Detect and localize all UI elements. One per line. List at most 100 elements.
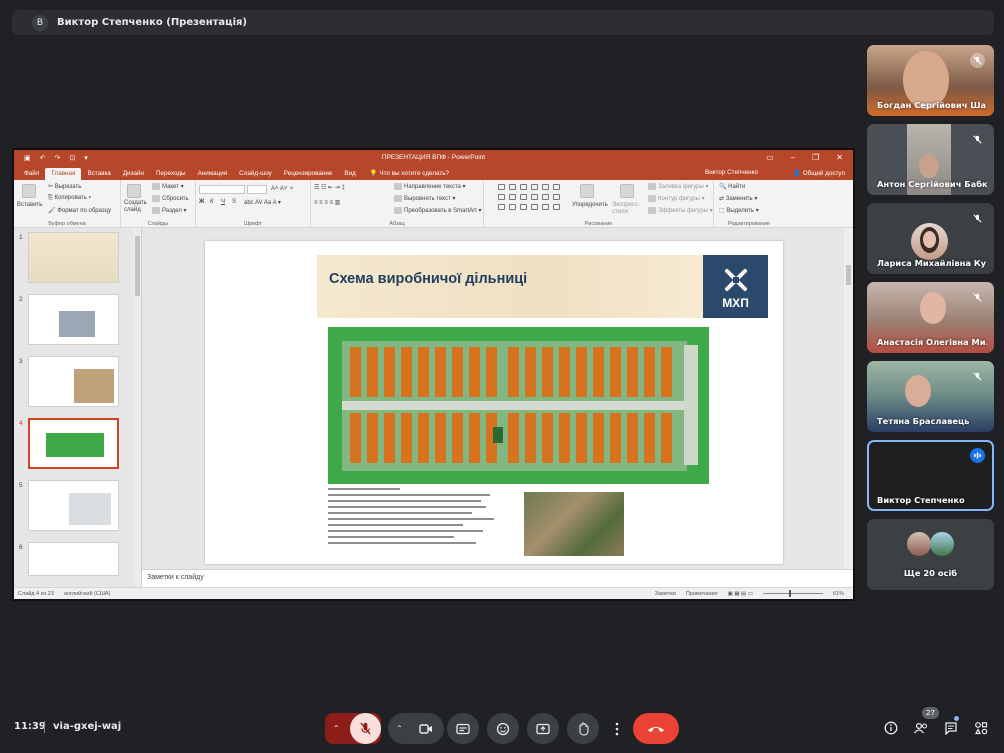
mic-off-button[interactable]: [350, 713, 381, 744]
info-icon: [884, 721, 898, 735]
raise-hand-button[interactable]: [567, 713, 599, 744]
mic-off-icon: [360, 722, 371, 735]
mic-off-icon: [970, 53, 985, 68]
participant-tile[interactable]: Антон Сергійович Бабко: [867, 124, 994, 195]
notes-toggle: Заметки: [654, 590, 676, 597]
shared-screen-powerpoint: ▣ ↶ ↷ ⊡ ▾ ПРЕЗЕНТАЦИЯ ВПФ - PowerPoint ▭…: [12, 148, 855, 601]
slide-header-banner: Схема виробничої дільниці: [317, 255, 703, 318]
arrange-icon: [580, 184, 594, 198]
participant-name: Анастасія Олегівна Ми...: [877, 337, 987, 347]
windmill-icon: [724, 269, 747, 291]
emoji-icon: [496, 722, 510, 735]
reactions-button[interactable]: [487, 713, 519, 744]
activities-button[interactable]: [972, 719, 990, 737]
divider: [44, 721, 45, 733]
font-size-input: [247, 185, 267, 194]
participant-tile-active-speaker[interactable]: Виктор Степченко: [867, 440, 994, 511]
meeting-code: via-gxej-waj: [53, 721, 122, 732]
leave-call-button[interactable]: [633, 713, 679, 744]
tab-home: Главная: [45, 168, 82, 180]
captions-button[interactable]: [447, 713, 479, 744]
drawing-group-label: Рисование: [584, 221, 613, 227]
site-plan-image: [328, 327, 709, 484]
clipboard-group-label: Буфер обмена: [48, 221, 86, 227]
mhp-logo: МХП: [703, 255, 768, 318]
end-call-icon: [648, 726, 664, 732]
people-count-badge: 27: [922, 707, 939, 719]
slide-scrollbar: [844, 228, 853, 587]
slide-notes: Заметки к слайду: [142, 569, 853, 587]
participant-name: Антон Сергійович Бабко: [877, 179, 987, 189]
tab-animation: Анимация: [197, 170, 228, 177]
participant-tile[interactable]: Тетяна Браславець: [867, 361, 994, 432]
people-icon: [913, 722, 928, 734]
reset-button: Сбросить: [152, 195, 189, 202]
mic-off-icon: [970, 211, 985, 226]
paragraph-group: ☰ ☷ ⇤ ⇥ ‡ ≡ ≡ ≡ ≡ ▥ Направление текста ▾…: [311, 180, 484, 228]
tab-transitions: Переходы: [156, 170, 186, 177]
section-button: Раздел ▾: [152, 207, 187, 214]
participant-video: [905, 375, 931, 407]
ppt-status-bar: Слайд 4 из 23 английский (США) Заметки П…: [14, 587, 853, 599]
camera-icon[interactable]: [419, 723, 433, 735]
captions-icon: [456, 723, 470, 734]
people-button[interactable]: [912, 719, 930, 737]
more-options-button[interactable]: [607, 713, 627, 744]
slides-group: Создать слайд Макет ▾ Сбросить Раздел ▾ …: [121, 180, 196, 228]
slide-number: 5: [19, 482, 23, 489]
shapes-gallery: [498, 184, 568, 214]
text-direction-button: Направление текста ▾: [394, 183, 466, 190]
tab-view: Вид: [344, 170, 356, 177]
slide-thumbnail: [28, 480, 119, 531]
find-button: 🔍 Найти: [719, 184, 746, 190]
participant-avatar: [930, 532, 954, 556]
slide-number: 4: [19, 420, 23, 427]
font-name-input: [199, 185, 245, 194]
participant-tile[interactable]: Анастасія Олегівна Ми...: [867, 282, 994, 353]
activities-icon: [975, 722, 988, 735]
participant-avatar: [907, 532, 931, 556]
arrange-button: Упорядочить: [572, 202, 608, 208]
slide-thumbnails-pane: 1 2 3 4 5 6: [14, 228, 142, 587]
participant-video: [920, 292, 946, 324]
mic-control[interactable]: ⌃: [325, 713, 381, 744]
ribbon: Вставить ✂ Вырезать ⎘ Копировать ▾ 🖌 Фор…: [14, 180, 853, 228]
participant-tile[interactable]: Лариса Михайлівна Ку...: [867, 203, 994, 274]
slide-thumbnail: [28, 294, 119, 345]
slide-number: 2: [19, 296, 23, 303]
more-vert-icon: [615, 722, 619, 735]
ppt-user-name: Виктор Степченко: [705, 169, 758, 176]
slide-number: 1: [19, 234, 23, 241]
camera-options-chevron-icon[interactable]: ⌃: [396, 724, 403, 733]
slides-group-label: Слайды: [147, 221, 169, 227]
chat-icon: [945, 722, 957, 735]
slide-number: 6: [19, 544, 23, 551]
layout-button: Макет ▾: [152, 183, 184, 190]
camera-control[interactable]: ⌃: [388, 713, 444, 744]
paste-button: Вставить: [17, 202, 43, 208]
presenter-avatar: В: [32, 14, 48, 31]
view-buttons: ▣ ▦ ▤ ▭: [727, 590, 753, 597]
more-participants-tile[interactable]: Ще 20 осіб: [867, 519, 994, 590]
participant-name: Виктор Степченко: [877, 495, 965, 505]
present-button[interactable]: [527, 713, 559, 744]
zoom-level: 61%: [832, 590, 844, 597]
editing-group-label: Редактирование: [728, 221, 770, 227]
font-extra-buttons: abc AV Aa A ▾: [244, 200, 281, 206]
ppt-document-title: ПРЕЗЕНТАЦИЯ ВПФ - PowerPoint: [381, 154, 486, 161]
align-text-button: Выровнять текст ▾: [394, 195, 455, 202]
hand-icon: [578, 721, 589, 736]
share-button: 👤 Общий доступ: [793, 170, 845, 177]
participant-tile[interactable]: Богдан Сергійович Ша...: [867, 45, 994, 116]
speaking-indicator-icon: [970, 448, 985, 463]
replace-button: ⇄ Заменить ▾: [719, 196, 758, 202]
presenter-bar: В Виктор Степченко (Презентація): [12, 10, 994, 35]
chat-button[interactable]: [942, 719, 960, 737]
meeting-info-button[interactable]: [882, 719, 900, 737]
slide-thumbnail: [28, 356, 119, 407]
strike-button: S: [232, 199, 237, 205]
slide-number: 3: [19, 358, 23, 365]
format-painter-button: 🖌 Формат по образцу: [48, 208, 112, 214]
underline-button: Ч: [221, 199, 225, 205]
mic-options-chevron-icon[interactable]: ⌃: [333, 724, 340, 733]
